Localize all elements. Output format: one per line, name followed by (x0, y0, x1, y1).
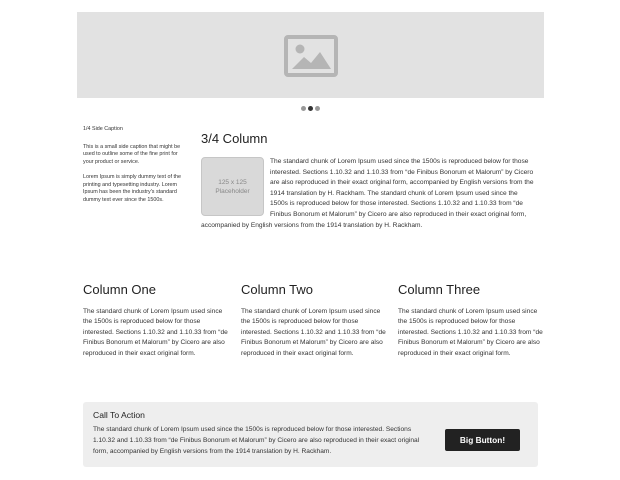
column-one: Column One The standard chunk of Lorem I… (83, 282, 228, 359)
side-caption-title: 1/4 Side Caption (83, 126, 123, 132)
column-title: Column Two (241, 282, 314, 297)
image-icon (284, 35, 338, 77)
side-caption-text-2: Lorem Ipsum is simply dummy text of the … (83, 174, 181, 203)
column-three: Column Three The standard chunk of Lorem… (398, 282, 543, 359)
main-column-title: 3/4 Column (201, 131, 268, 146)
column-text: The standard chunk of Lorem Ipsum used s… (241, 308, 386, 357)
image-placeholder: 125 x 125 Placeholder (201, 157, 264, 216)
call-to-action-box: Call To Action The standard chunk of Lor… (83, 402, 538, 467)
placeholder-label: Placeholder (215, 187, 250, 195)
column-title: Column One (83, 282, 156, 297)
column-text: The standard chunk of Lorem Ipsum used s… (398, 308, 543, 357)
hero-slider[interactable] (77, 12, 544, 98)
side-caption: 1/4 Side Caption This is a small side ca… (83, 126, 185, 212)
slider-dot[interactable] (315, 106, 320, 111)
placeholder-size: 125 x 125 (218, 178, 247, 186)
main-column: 3/4 Column 125 x 125 Placeholder The sta… (201, 131, 537, 231)
side-caption-text: This is a small side caption that might … (83, 143, 181, 165)
column-text: The standard chunk of Lorem Ipsum used s… (83, 308, 228, 357)
slider-dot-active[interactable] (308, 106, 313, 111)
big-button[interactable]: Big Button! (445, 429, 520, 451)
slider-dot[interactable] (301, 106, 306, 111)
cta-text: The standard chunk of Lorem Ipsum used s… (93, 426, 420, 455)
cta-title: Call To Action (93, 410, 145, 420)
slider-pagination (301, 106, 320, 111)
column-title: Column Three (398, 282, 481, 297)
column-two: Column Two The standard chunk of Lorem I… (241, 282, 386, 359)
